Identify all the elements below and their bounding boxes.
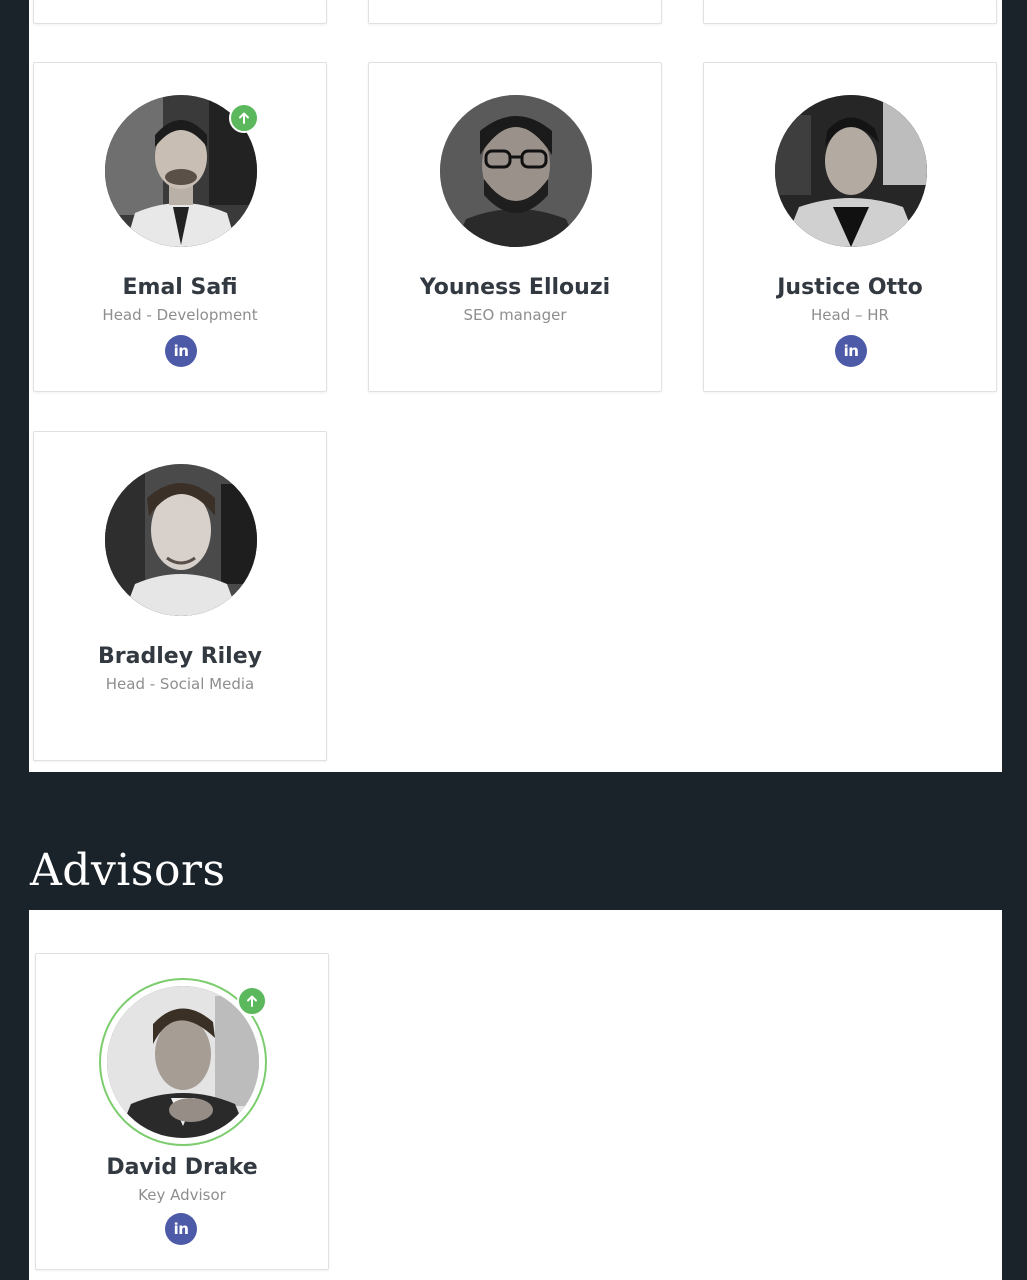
arrow-up-badge (229, 103, 259, 133)
arrow-up-icon (239, 112, 249, 124)
member-name: Bradley Riley (98, 644, 262, 669)
arrow-up-icon (247, 995, 257, 1007)
avatar (107, 986, 259, 1138)
avatar-container (440, 95, 592, 247)
linkedin-button[interactable]: in (835, 335, 867, 367)
member-name: Justice Otto (777, 275, 923, 300)
team-card-partial (368, 0, 662, 24)
team-card-partial (703, 0, 997, 24)
team-card-partial (33, 0, 327, 24)
team-card: Youness Ellouzi SEO manager (368, 62, 662, 392)
linkedin-icon: in (173, 341, 189, 360)
member-role: Head - Social Media (105, 675, 255, 693)
team-card: Bradley Riley Head - Social Media (33, 431, 327, 761)
avatar (440, 95, 592, 247)
member-role: Head – HR (811, 306, 889, 324)
avatar-photo (107, 986, 259, 1138)
arrow-up-badge (237, 986, 267, 1016)
avatar (775, 95, 927, 247)
linkedin-icon: in (843, 341, 859, 360)
avatar (105, 464, 257, 616)
advisors-panel: David Drake Key Advisor in (29, 910, 1002, 1280)
linkedin-button[interactable]: in (165, 335, 197, 367)
member-name: Emal Safi (122, 275, 238, 300)
linkedin-button[interactable]: in (165, 1213, 197, 1245)
member-role: Key Advisor (138, 1186, 226, 1204)
member-name: Youness Ellouzi (419, 275, 611, 300)
team-card: Emal Safi Head - Development in (33, 62, 327, 392)
advisor-card: David Drake Key Advisor in (35, 953, 329, 1270)
avatar-photo (440, 95, 592, 247)
avatar-container (99, 978, 267, 1146)
member-role: SEO manager (463, 306, 567, 324)
team-card: Justice Otto Head – HR in (703, 62, 997, 392)
avatar-container (105, 95, 259, 247)
team-panel: Emal Safi Head - Development in Youness … (29, 0, 1002, 772)
avatar-container (775, 95, 927, 247)
section-heading-advisors: Advisors (30, 845, 226, 896)
avatar-photo (105, 464, 257, 616)
avatar-photo (775, 95, 927, 247)
member-name: David Drake (106, 1155, 258, 1180)
avatar-container (105, 464, 257, 616)
linkedin-icon: in (173, 1219, 189, 1238)
member-role: Head - Development (102, 306, 258, 324)
